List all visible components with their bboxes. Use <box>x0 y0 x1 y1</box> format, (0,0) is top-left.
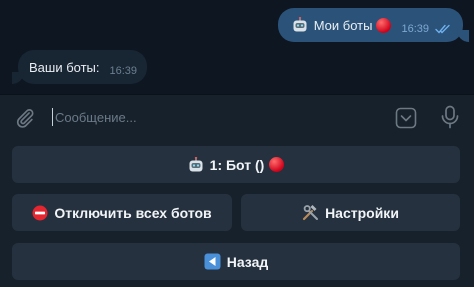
no-entry-icon <box>32 205 48 221</box>
disable-all-bots-button[interactable]: Отключить всех ботов <box>12 194 232 231</box>
chat-area: Мои боты 16:39 Ваши боты: 16:39 <box>0 0 474 94</box>
incoming-message[interactable]: Ваши боты: 16:39 <box>12 50 148 84</box>
outgoing-message-time: 16:39 <box>401 23 429 35</box>
message-input[interactable]: Сообщение... <box>55 110 137 125</box>
red-circle-icon <box>376 17 392 33</box>
message-composer: Сообщение... <box>0 94 474 138</box>
bot-1-button[interactable]: 1: Бот () <box>12 146 460 183</box>
settings-button[interactable]: Настройки <box>241 194 460 231</box>
bubble-tail <box>12 72 24 84</box>
microphone-icon[interactable] <box>440 105 460 134</box>
text-cursor <box>52 108 53 126</box>
back-button[interactable]: Назад <box>12 243 460 280</box>
disable-all-bots-label: Отключить всех ботов <box>54 204 212 221</box>
settings-label: Настройки <box>325 204 399 221</box>
paperclip-icon[interactable] <box>14 107 36 134</box>
red-circle-icon <box>269 157 285 172</box>
reply-keyboard: 1: Бот () Отключить всех ботов Настройки <box>0 138 474 287</box>
hammer-wrench-icon <box>302 204 319 221</box>
bot-1-label: 1: Бот () <box>209 156 265 173</box>
robot-icon <box>188 156 204 173</box>
back-label: Назад <box>226 253 269 270</box>
bubble-tail <box>457 30 469 42</box>
incoming-message-time: 16:39 <box>109 65 138 77</box>
keyboard-toggle-icon[interactable] <box>395 107 417 134</box>
back-arrow-icon <box>204 253 221 270</box>
incoming-message-text: Ваши боты: <box>29 59 100 75</box>
double-check-icon <box>435 22 451 37</box>
outgoing-message-text: Мои боты <box>313 17 373 33</box>
robot-icon <box>292 16 308 33</box>
outgoing-message[interactable]: Мои боты 16:39 <box>277 8 469 42</box>
